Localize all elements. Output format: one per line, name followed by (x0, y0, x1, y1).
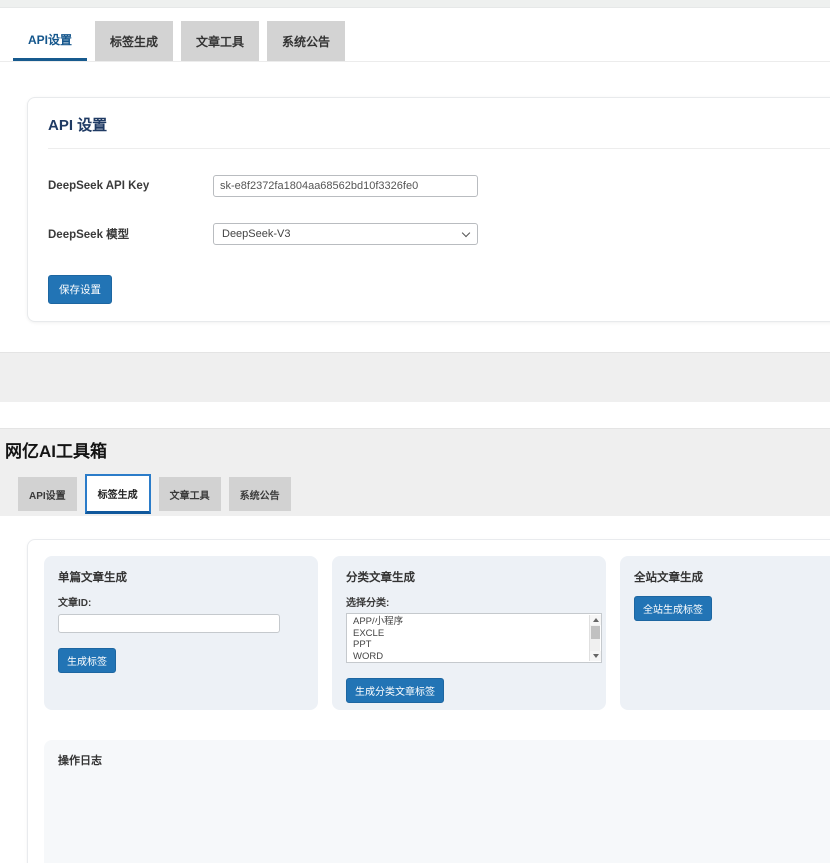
model-row: DeepSeek 模型 DeepSeek-V3 (48, 223, 830, 245)
toolbox-tab-bar: API设置 标签生成 文章工具 系统公告 (0, 474, 830, 514)
api-settings-title: API 设置 (48, 114, 830, 149)
model-select[interactable]: DeepSeek-V3 (213, 223, 478, 245)
scroll-up-icon[interactable] (590, 615, 601, 625)
toolbox-tab-api-settings[interactable]: API设置 (18, 477, 77, 511)
select-category-label: 选择分类: (346, 594, 592, 609)
toolbox-header: 网亿AI工具箱 API设置 标签生成 文章工具 系统公告 (0, 428, 830, 516)
generate-category-tags-button[interactable]: 生成分类文章标签 (346, 678, 444, 703)
generate-site-tags-button[interactable]: 全站生成标签 (634, 596, 712, 621)
article-id-input[interactable] (58, 614, 280, 633)
generation-cards-row: 单篇文章生成 文章ID: 生成标签 分类文章生成 选择分类: APP/小程序 E… (44, 556, 830, 710)
tab-api-settings[interactable]: API设置 (13, 21, 87, 61)
site-article-card: 全站文章生成 全站生成标签 (620, 556, 830, 710)
toolbox-tab-system-announcement[interactable]: 系统公告 (229, 477, 291, 511)
category-listbox[interactable]: APP/小程序 EXCLE PPT WORD (346, 613, 602, 663)
api-key-label: DeepSeek API Key (48, 180, 213, 192)
site-article-title: 全站文章生成 (634, 569, 830, 585)
white-gap (0, 402, 830, 428)
tab-system-announcement[interactable]: 系统公告 (267, 21, 345, 61)
page: API设置 标签生成 文章工具 系统公告 API 设置 DeepSeek API… (0, 0, 830, 863)
top-gray-strip (0, 0, 830, 8)
listbox-scrollbar[interactable] (589, 615, 600, 661)
model-label: DeepSeek 模型 (48, 226, 213, 242)
tab-tag-generation[interactable]: 标签生成 (95, 21, 173, 61)
separator-band (0, 352, 830, 402)
category-option-excle[interactable]: EXCLE (353, 628, 601, 640)
toolbox-tab-article-tools[interactable]: 文章工具 (159, 477, 221, 511)
category-article-card: 分类文章生成 选择分类: APP/小程序 EXCLE PPT WORD (332, 556, 606, 710)
api-settings-panel: API 设置 DeepSeek API Key DeepSeek 模型 Deep… (27, 97, 830, 322)
chevron-down-icon (462, 228, 470, 236)
generate-tags-button[interactable]: 生成标签 (58, 648, 116, 673)
operation-log-panel: 操作日志 (44, 740, 830, 863)
model-select-value: DeepSeek-V3 (222, 228, 291, 240)
toolbox-title: 网亿AI工具箱 (0, 429, 830, 462)
toolbox-body: 单篇文章生成 文章ID: 生成标签 分类文章生成 选择分类: APP/小程序 E… (0, 516, 830, 863)
api-key-input[interactable] (213, 175, 478, 197)
scrollbar-thumb[interactable] (591, 626, 600, 639)
tab-article-tools[interactable]: 文章工具 (181, 21, 259, 61)
single-article-title: 单篇文章生成 (58, 569, 304, 585)
single-article-card: 单篇文章生成 文章ID: 生成标签 (44, 556, 318, 710)
article-id-label: 文章ID: (58, 594, 304, 609)
scroll-down-icon[interactable] (590, 651, 601, 661)
save-settings-button[interactable]: 保存设置 (48, 275, 112, 304)
api-key-row: DeepSeek API Key (48, 175, 830, 197)
toolbox-tab-tag-generation[interactable]: 标签生成 (85, 474, 151, 514)
settings-tab-bar: API设置 标签生成 文章工具 系统公告 (0, 21, 830, 62)
operation-log-title: 操作日志 (58, 752, 830, 768)
category-options: APP/小程序 EXCLE PPT WORD (347, 614, 601, 662)
tag-generation-panel: 单篇文章生成 文章ID: 生成标签 分类文章生成 选择分类: APP/小程序 E… (27, 539, 830, 863)
category-option-ppt[interactable]: PPT (353, 639, 601, 651)
category-option-word[interactable]: WORD (353, 651, 601, 663)
category-article-title: 分类文章生成 (346, 569, 592, 585)
category-option-app[interactable]: APP/小程序 (353, 616, 601, 628)
